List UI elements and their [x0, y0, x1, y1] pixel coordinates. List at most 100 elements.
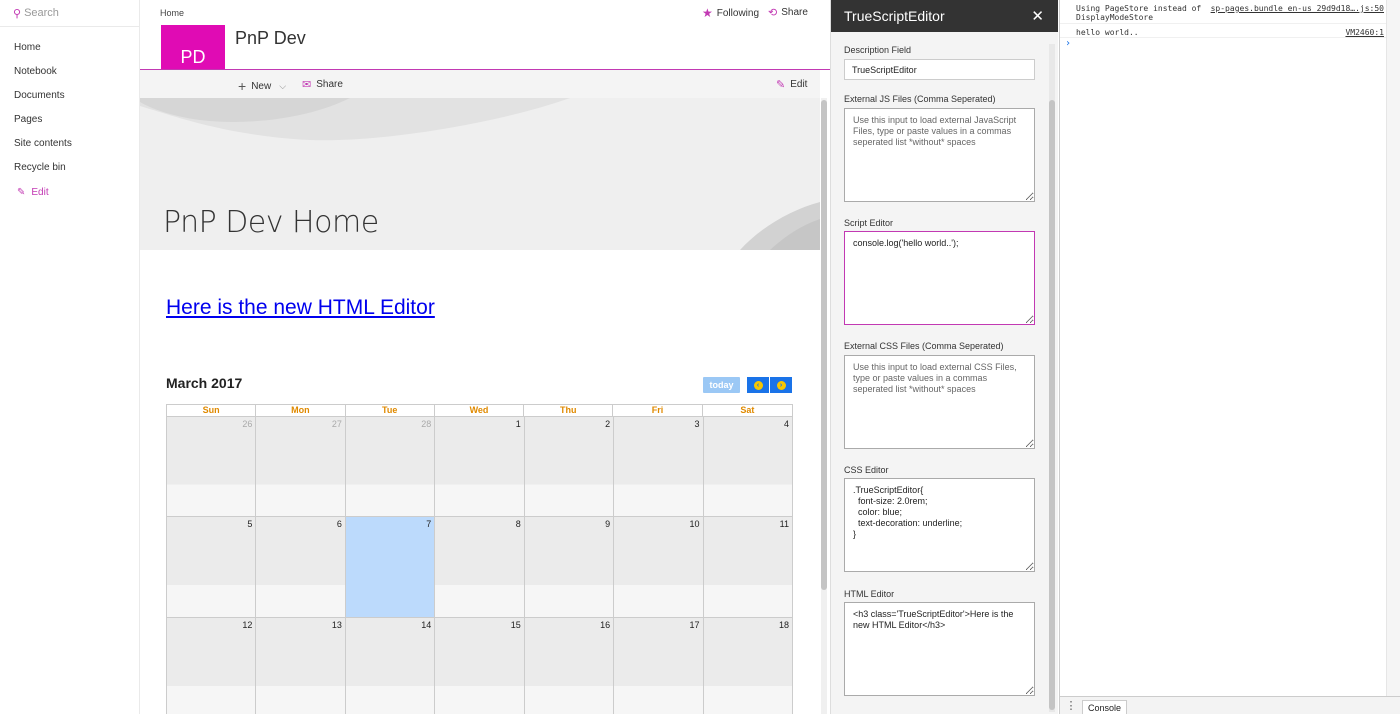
calendar-day-cell[interactable]: 17 [614, 618, 704, 714]
calendar-day-cell[interactable]: 6 [256, 517, 346, 618]
search-box[interactable]: ⚲ Search [0, 0, 139, 27]
day-number: 1 [515, 419, 521, 429]
site-share-button[interactable]: ⟲ Share [768, 6, 808, 19]
external-css-textarea[interactable]: Use this input to load external CSS File… [844, 355, 1035, 449]
page-scrollbar[interactable] [821, 98, 827, 714]
calendar-day-cell[interactable]: 14 [345, 618, 436, 714]
devtools-console: Using PageStore instead of DisplayModeSt… [1059, 0, 1400, 714]
html-editor-link[interactable]: Here is the new HTML Editor [166, 296, 435, 320]
weekday-tue: Tue [346, 405, 435, 416]
logo-initials: PD [180, 46, 206, 67]
calendar-day-cell[interactable]: 28 [345, 416, 436, 517]
chevron-left-icon: ‹ [753, 380, 763, 390]
calendar-day-cell[interactable]: 11 [703, 517, 793, 618]
weekday-thu: Thu [524, 405, 614, 416]
calendar-day-cell[interactable]: 26 [167, 416, 257, 517]
command-bar: + New ⌵ ✉ Share ✎ Edit [140, 70, 820, 98]
new-label: New [251, 80, 272, 92]
pencil-icon: ✎ [17, 187, 26, 198]
star-icon: ★ [702, 6, 713, 20]
day-number: 13 [331, 620, 342, 630]
day-number: 15 [510, 620, 521, 630]
site-share-label: Share [781, 7, 808, 18]
next-month-button[interactable]: › [770, 377, 792, 393]
devtools-drawer: ⋮ Console [1060, 696, 1400, 714]
following-button[interactable]: ★ Following [702, 6, 759, 20]
console-scrollbar[interactable] [1386, 0, 1400, 696]
property-pane-scrollbar-thumb[interactable] [1049, 100, 1055, 710]
weekday-mon: Mon [256, 405, 346, 416]
day-number: 26 [242, 419, 253, 429]
share-label: Share [316, 79, 343, 90]
html-editor-label: HTML Editor [844, 589, 895, 599]
new-button[interactable]: + New ⌵ [238, 78, 286, 94]
prev-month-button[interactable]: ‹ [747, 377, 769, 393]
property-pane: TrueScriptEditor ✕ Description Field Tru… [830, 0, 1058, 714]
calendar-day-cell[interactable]: 8 [435, 517, 525, 618]
day-number: 18 [778, 620, 789, 630]
property-pane-scrollbar[interactable] [1049, 44, 1055, 712]
property-pane-header: TrueScriptEditor ✕ [831, 0, 1058, 32]
html-editor-textarea[interactable]: <h3 class='TrueScriptEditor'>Here is the… [844, 602, 1035, 696]
calendar-day-cell[interactable]: 4 [703, 416, 793, 517]
console-source-link[interactable]: sp-pages.bundle_en-us_29d9d18….js:50 [1211, 4, 1384, 13]
calendar-day-cell[interactable]: 13 [256, 618, 346, 714]
weekday-fri: Fri [613, 405, 703, 416]
weekday-sat: Sat [740, 405, 755, 415]
calendar-week: 26 27 28 1 2 3 4 [166, 416, 793, 517]
calendar-day-cell[interactable]: 5 [167, 517, 257, 618]
console-prompt[interactable]: › [1060, 38, 1400, 49]
chevron-down-icon: ⌵ [279, 80, 287, 91]
calendar-day-cell[interactable]: 1 [435, 416, 525, 517]
calendar-day-cell[interactable]: 16 [524, 618, 615, 714]
nav-item-site-contents[interactable]: Site contents [0, 132, 139, 156]
today-button[interactable]: today [703, 377, 740, 393]
console-tab[interactable]: Console [1082, 699, 1128, 714]
nav-item-documents[interactable]: Documents [0, 84, 139, 108]
calendar-week: 5 6 7 8 9 10 11 [166, 517, 793, 618]
day-number: 4 [783, 419, 789, 429]
calendar-today-cell[interactable]: 7 [345, 517, 436, 618]
day-number: 28 [421, 419, 432, 429]
nav-item-recycle-bin[interactable]: Recycle bin [0, 156, 139, 180]
console-source-link[interactable]: VM2460:1 [1345, 28, 1384, 37]
left-navigation: ⚲ Search Home Notebook Documents Pages S… [0, 0, 140, 714]
site-title[interactable]: PnP Dev [235, 28, 306, 49]
edit-page-button[interactable]: ✎ Edit [776, 78, 807, 91]
search-placeholder: Search [24, 7, 59, 19]
chevron-right-icon: › [776, 380, 786, 390]
nav-item-home[interactable]: Home [0, 36, 139, 60]
weekday-wed: Wed [435, 405, 525, 416]
script-editor-textarea[interactable]: console.log('hello world..'); [844, 231, 1035, 325]
calendar-day-cell[interactable]: 10 [614, 517, 704, 618]
calendar-day-cell[interactable]: 27 [256, 416, 346, 517]
nav-item-pages[interactable]: Pages [0, 108, 139, 132]
day-number: 11 [779, 519, 789, 529]
calendar-title: March 2017 [166, 375, 243, 391]
property-pane-title: TrueScriptEditor [844, 8, 945, 24]
pencil-icon: ✎ [776, 79, 786, 91]
calendar-day-cell[interactable]: 9 [524, 517, 615, 618]
close-icon[interactable]: ✕ [1031, 7, 1044, 25]
more-options-icon[interactable]: ⋮ [1060, 699, 1082, 712]
day-number: 10 [689, 519, 700, 529]
script-editor-label: Script Editor [844, 218, 894, 228]
external-js-textarea[interactable]: Use this input to load external JavaScri… [844, 108, 1035, 202]
day-number: 6 [336, 519, 342, 529]
day-number: 2 [605, 419, 611, 429]
external-js-label: External JS Files (Comma Seperated) [844, 94, 996, 104]
day-number: 9 [605, 519, 611, 529]
calendar-day-cell[interactable]: 15 [435, 618, 525, 714]
nav-item-notebook[interactable]: Notebook [0, 60, 139, 84]
calendar-day-cell[interactable]: 3 [614, 416, 704, 517]
nav-edit-link[interactable]: ✎ Edit [0, 181, 139, 205]
description-field-input[interactable]: TrueScriptEditor [844, 59, 1035, 80]
calendar-day-cell[interactable]: 2 [524, 416, 615, 517]
breadcrumb[interactable]: Home [160, 8, 184, 18]
calendar-day-cell[interactable]: 12 [167, 618, 257, 714]
day-number: 16 [600, 620, 611, 630]
css-editor-textarea[interactable]: .TrueScriptEditor{ font-size: 2.0rem; co… [844, 478, 1035, 572]
share-button[interactable]: ✉ Share [302, 78, 343, 91]
calendar-day-cell[interactable]: 18 [703, 618, 793, 714]
page-scrollbar-thumb[interactable] [821, 100, 827, 590]
